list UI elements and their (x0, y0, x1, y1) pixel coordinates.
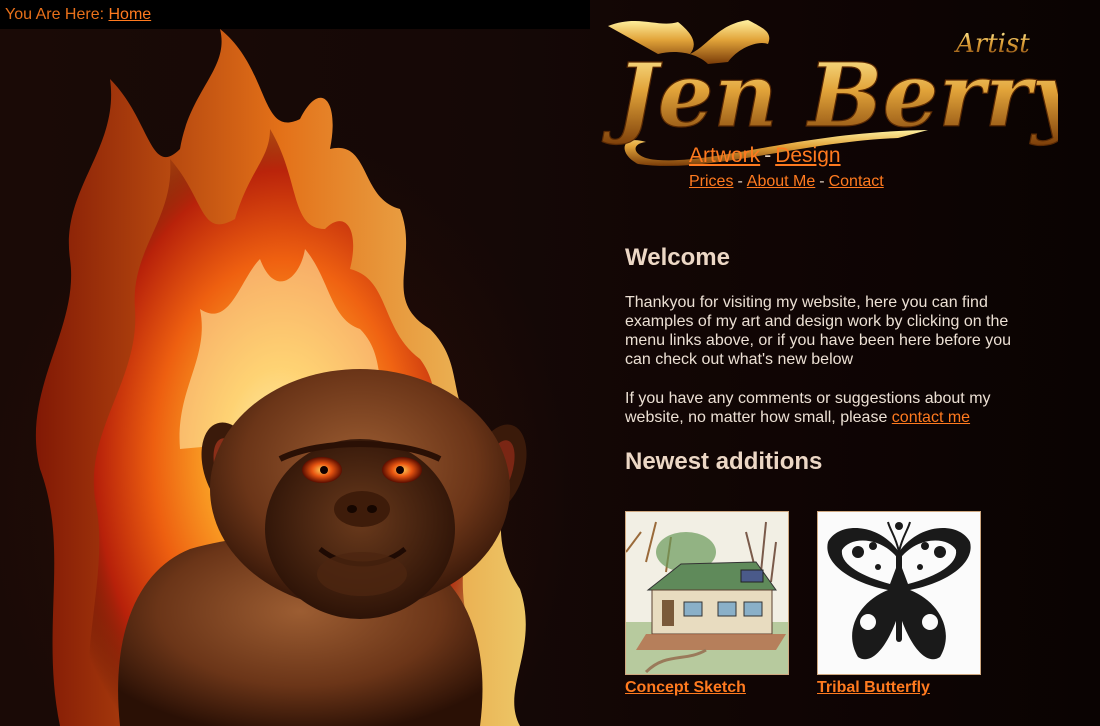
nav-separator: - (737, 173, 743, 190)
contact-me-link[interactable]: contact me (892, 409, 970, 426)
primary-nav: Artwork - Design (689, 144, 841, 168)
concept-sketch-link[interactable]: Concept Sketch (625, 679, 746, 697)
nav-separator: - (764, 144, 772, 167)
hero-artwork-fire-monkey (35, 29, 527, 726)
secondary-nav: Prices - About Me - Contact (689, 173, 884, 191)
breadcrumb-home-link[interactable]: Home (108, 6, 151, 23)
nav-contact-link[interactable]: Contact (829, 173, 884, 190)
nav-separator: - (819, 173, 825, 190)
feedback-paragraph: If you have any comments or suggestions … (625, 389, 1025, 427)
nav-about-link[interactable]: About Me (747, 173, 815, 190)
breadcrumb-prefix: You Are Here: (5, 6, 105, 23)
tribal-butterfly-thumbnail[interactable] (817, 511, 981, 675)
welcome-paragraph: Thankyou for visiting my website, here y… (625, 294, 1012, 368)
butterfly-drawing-thumbnail-icon (818, 512, 980, 674)
tribal-butterfly-link[interactable]: Tribal Butterfly (817, 679, 930, 697)
breadcrumb: You Are Here: Home (0, 0, 590, 29)
concept-sketch-thumbnail[interactable] (625, 511, 789, 675)
house-sketch-thumbnail-icon (626, 512, 788, 674)
newest-additions-heading: Newest additions (625, 448, 823, 475)
welcome-heading: Welcome (625, 244, 730, 271)
nav-artwork-link[interactable]: Artwork (689, 144, 760, 167)
logo-tagline: Artist (954, 29, 1030, 59)
nav-prices-link[interactable]: Prices (689, 173, 733, 190)
nav-design-link[interactable]: Design (775, 144, 840, 167)
